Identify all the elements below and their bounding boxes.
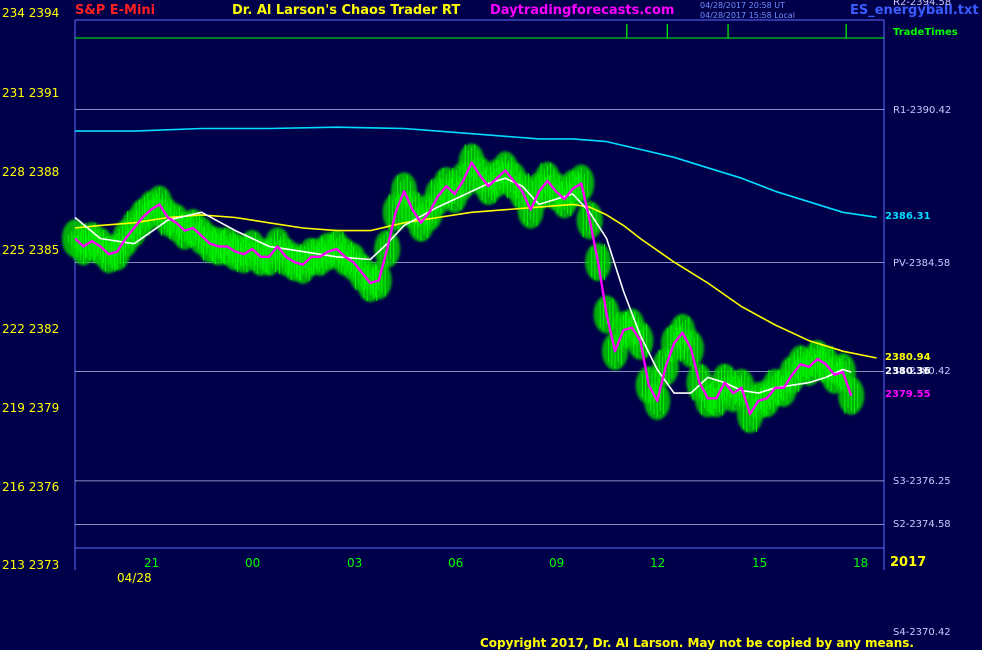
year-label: 2017 [890,555,927,570]
timestamp-local: 04/28/2017 15:58 Local [700,11,795,20]
date-label: 04/28 [117,571,152,585]
end-label-price: 2379.55 [885,389,931,400]
website-label: Daytradingforecasts.com [490,3,675,18]
x-tick-label: 15 [752,556,768,570]
y-tick-label: 222 2382 [2,322,60,336]
x-tick-label: 21 [144,556,160,570]
end-label-long-ma: 2386.31 [885,211,931,222]
chart-background [0,0,982,650]
level-label-s3: S3-2376.25 [893,476,951,487]
timestamp-ut: 04/28/2017 20:58 UT [700,1,785,10]
y-tick-label: 228 2388 [2,165,60,179]
y-tick-label: 216 2376 [2,480,60,494]
level-label-s2: S2-2374.58 [893,519,951,530]
end-label-slow-ma: 2380.94 [885,352,931,363]
level-label-r2: R2-2394.58 [893,0,952,8]
x-tick-label: 06 [448,556,464,570]
end-label-fast-ma: 2380.36 [885,366,931,377]
app-title: Dr. Al Larson's Chaos Trader RT [232,3,461,18]
symbol-label: S&P E-Mini [75,3,156,18]
copyright: Copyright 2017, Dr. Al Larson. May not b… [480,636,914,650]
x-tick-label: 00 [245,556,261,570]
level-label-r1: R1-2390.42 [893,105,952,116]
y-label-top: 234 2394 [2,6,60,20]
y-tick-label: 219 2379 [2,401,60,415]
x-tick-label: 09 [549,556,565,570]
level-label-pv: PV-2384.58 [893,258,951,269]
chart-canvas [0,0,982,650]
x-tick-label: 03 [347,556,363,570]
trade-times-label: TradeTimes [893,27,958,38]
x-tick-label: 12 [650,556,666,570]
x-tick-label: 18 [853,556,869,570]
y-tick-label: 225 2385 [2,243,60,257]
y-tick-label: 231 2391 [2,86,60,100]
y-tick-label: 213 2373 [2,558,60,572]
